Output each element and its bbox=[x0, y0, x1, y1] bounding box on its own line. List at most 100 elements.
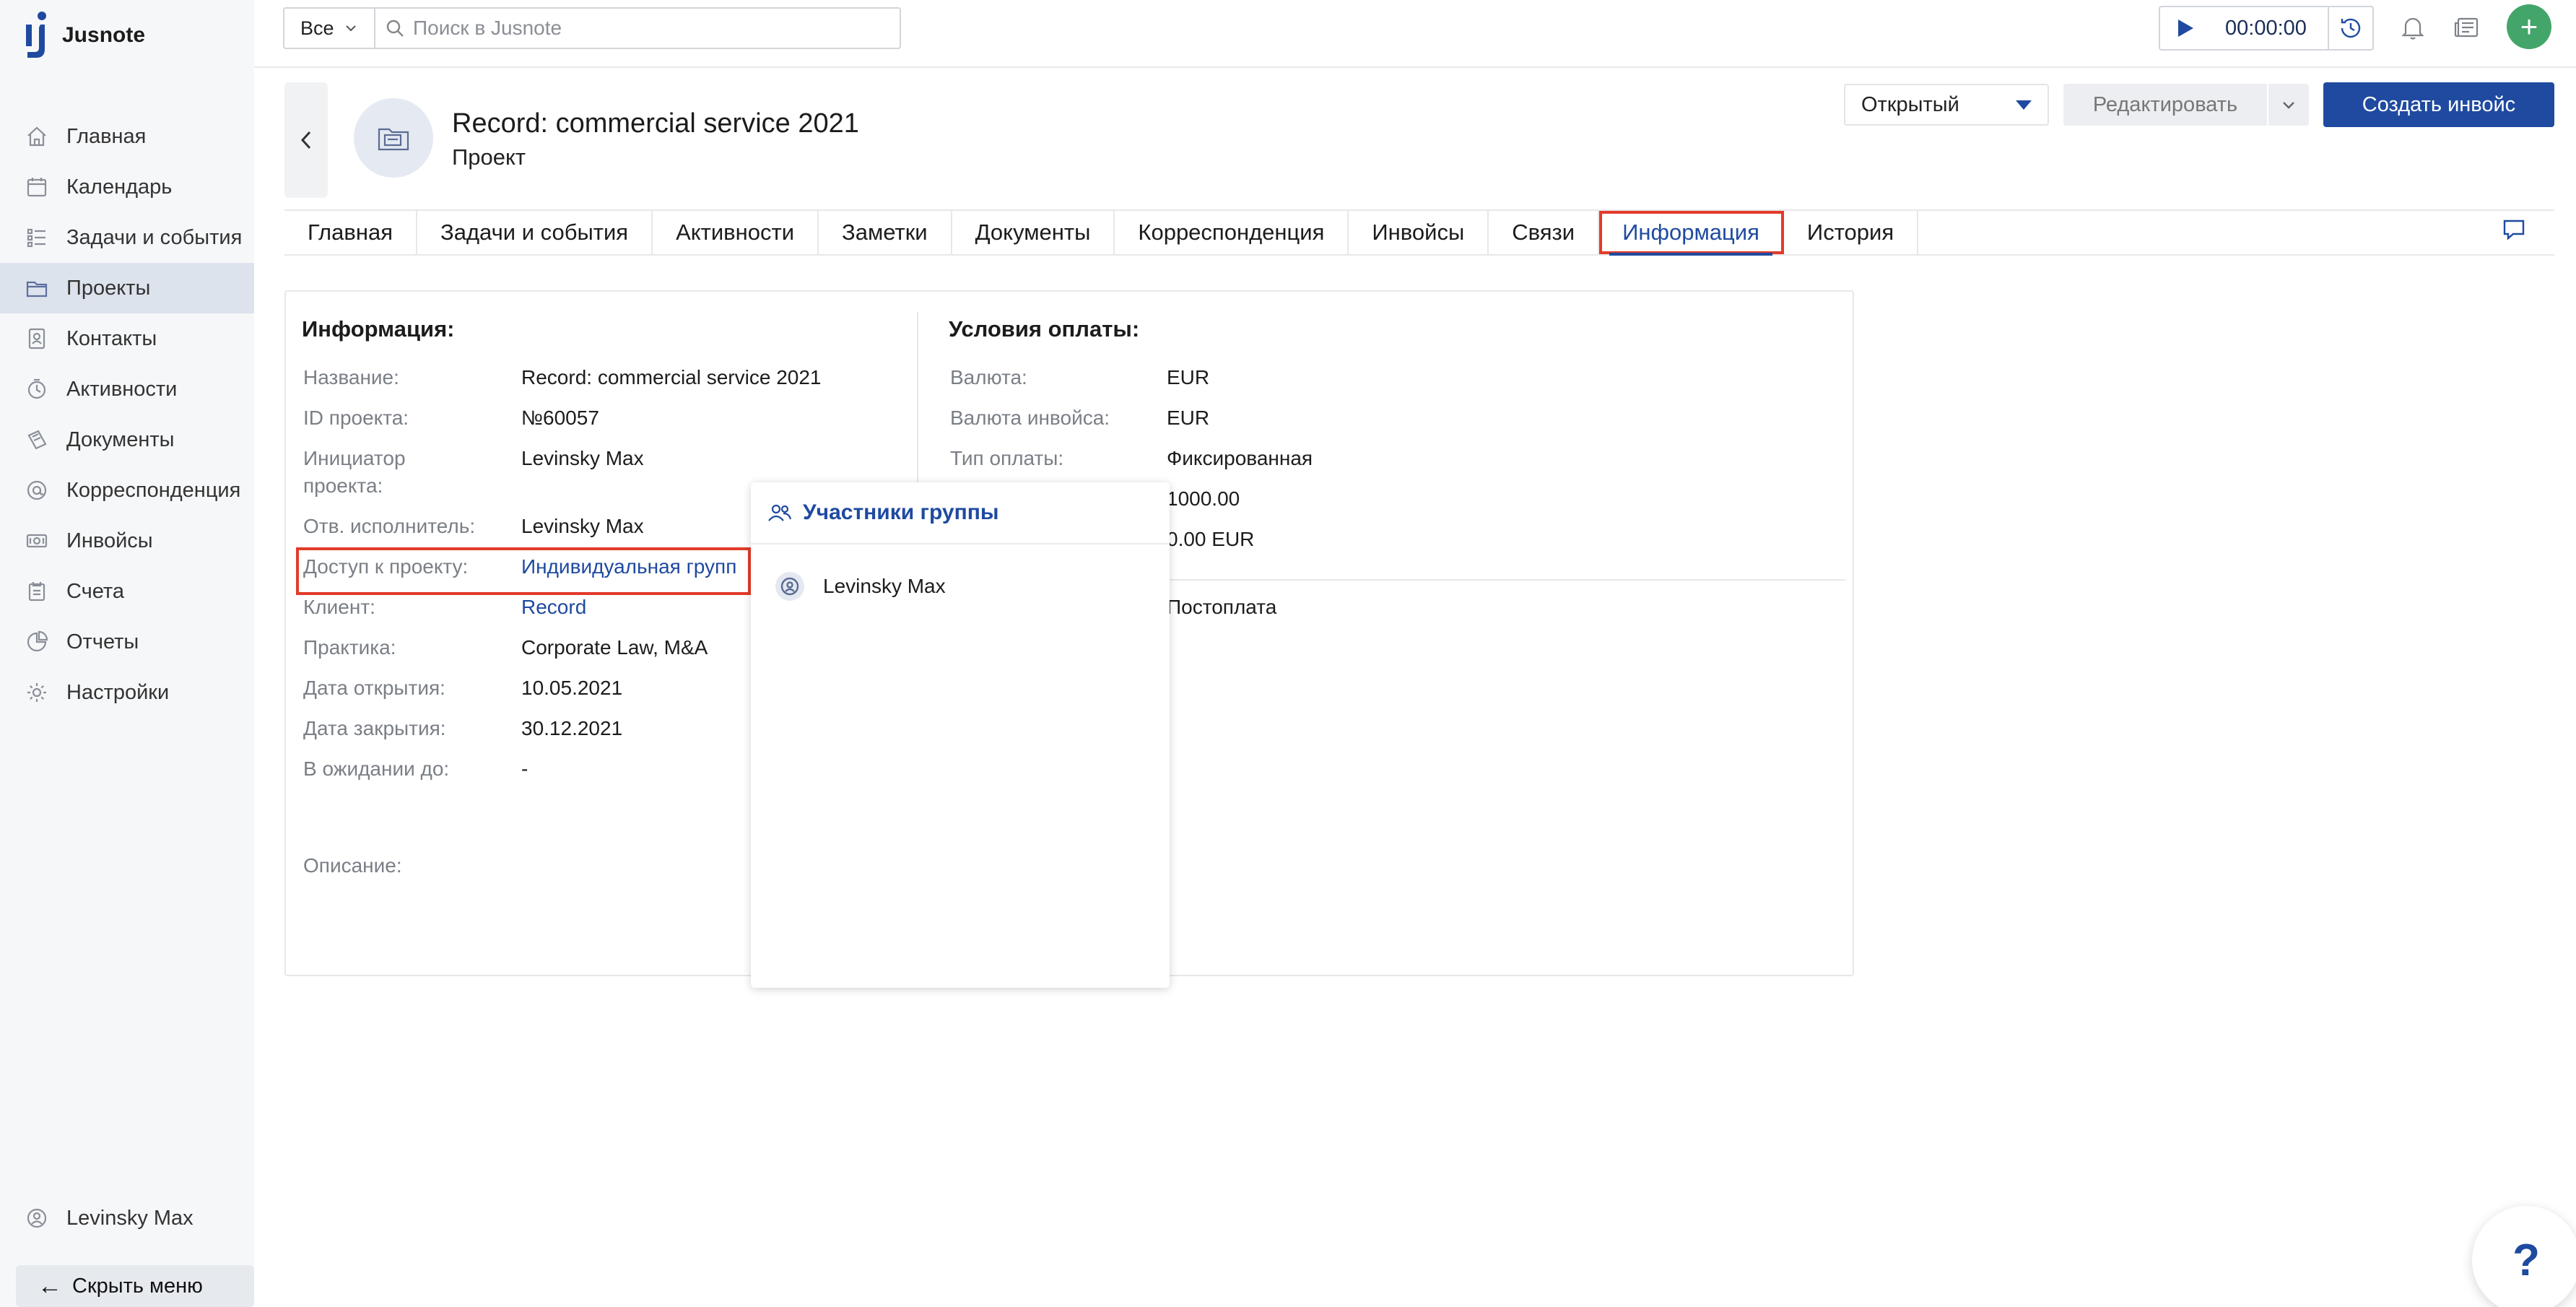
comments-button[interactable] bbox=[2501, 217, 2530, 246]
project-title: Record: commercial service 2021 bbox=[452, 108, 859, 139]
sidebar-item-label: Инвойсы bbox=[66, 529, 153, 552]
payment-section-title: Условия оплаты: bbox=[949, 316, 1140, 342]
field-label-open-date: Дата открытия: bbox=[303, 677, 445, 699]
sidebar-item-home[interactable]: Главная bbox=[0, 111, 254, 162]
sidebar-item-projects[interactable]: Проекты bbox=[0, 263, 254, 313]
folder-icon bbox=[25, 276, 49, 300]
field-label-payment-type: Тип оплаты: bbox=[950, 447, 1064, 469]
sidebar-item-bills[interactable]: Счета bbox=[0, 566, 254, 617]
group-member[interactable]: Levinsky Max bbox=[751, 544, 1170, 601]
tab-main[interactable]: Главная bbox=[284, 211, 417, 254]
sidebar-item-label: Задачи и события bbox=[66, 225, 243, 249]
tab-invoices[interactable]: Инвойсы bbox=[1349, 211, 1489, 254]
help-button[interactable]: ? bbox=[2472, 1206, 2576, 1307]
field-value-open-date: 10.05.2021 bbox=[521, 677, 623, 699]
field-label-access: Доступ к проекту: bbox=[303, 555, 469, 578]
sidebar-item-correspondence[interactable]: Корреспонденция bbox=[0, 465, 254, 516]
tab-tasks[interactable]: Задачи и события bbox=[417, 211, 653, 254]
project-subtitle: Проект bbox=[452, 144, 526, 170]
timer-play-button[interactable] bbox=[2160, 7, 2211, 49]
search-icon bbox=[386, 19, 404, 37]
play-icon bbox=[2178, 19, 2193, 37]
search-box bbox=[374, 7, 901, 49]
group-member-name: Levinsky Max bbox=[823, 575, 946, 597]
sidebar-item-reports[interactable]: Отчеты bbox=[0, 617, 254, 667]
sidebar-item-label: Главная bbox=[66, 124, 147, 148]
contacts-icon bbox=[25, 326, 49, 351]
field-value-rate: 0.00 EUR bbox=[1167, 528, 1255, 550]
tab-notes[interactable]: Заметки bbox=[819, 211, 952, 254]
invoice-icon bbox=[25, 529, 49, 553]
add-button[interactable]: + bbox=[2507, 4, 2551, 49]
search-input[interactable] bbox=[413, 17, 875, 40]
activity-icon bbox=[25, 377, 49, 401]
field-value-initiator: Levinsky Max bbox=[521, 447, 644, 469]
sidebar-item-activities[interactable]: Активности bbox=[0, 364, 254, 414]
sidebar-item-contacts[interactable]: Контакты bbox=[0, 313, 254, 364]
sidebar-item-tasks[interactable]: Задачи и события bbox=[0, 212, 254, 263]
clock-history-icon bbox=[2341, 18, 2361, 38]
field-label-project-id: ID проекта: bbox=[303, 407, 409, 429]
field-label-invoice-currency: Валюта инвойса: bbox=[950, 407, 1110, 429]
sidebar-item-label: Отчеты bbox=[66, 630, 139, 654]
project-status-value: Открытый bbox=[1861, 92, 1959, 116]
newspaper-icon bbox=[2454, 17, 2479, 38]
field-value-access-link[interactable]: Индивидуальная групп bbox=[521, 553, 736, 581]
chevron-down-icon bbox=[2283, 102, 2294, 109]
field-label-pending-until: В ожидании до: bbox=[303, 757, 450, 780]
payment-divider bbox=[1138, 579, 1845, 581]
sidebar-item-settings[interactable]: Настройки bbox=[0, 667, 254, 718]
jusnote-logo-icon bbox=[26, 12, 46, 58]
caret-down-icon bbox=[2016, 100, 2032, 110]
bills-icon bbox=[25, 579, 49, 604]
chevron-left-icon bbox=[300, 131, 311, 149]
field-label-description: Описание: bbox=[303, 854, 402, 877]
search-scope-select[interactable]: Все bbox=[283, 7, 375, 49]
create-invoice-button[interactable]: Создать инвойс bbox=[2323, 82, 2554, 127]
field-value-close-date: 30.12.2021 bbox=[521, 717, 623, 739]
sidebar-user[interactable]: Levinsky Max bbox=[25, 1206, 193, 1230]
home-icon bbox=[25, 124, 49, 149]
field-value-pending-until: - bbox=[521, 757, 528, 780]
sidebar-user-name: Levinsky Max bbox=[66, 1206, 193, 1230]
tab-activities[interactable]: Активности bbox=[653, 211, 819, 254]
timer-value: 00:00:00 bbox=[2225, 16, 2307, 40]
sidebar-item-label: Проекты bbox=[66, 276, 151, 300]
field-label-initiator: Инициатор проекта: bbox=[303, 447, 406, 497]
tab-links[interactable]: Связи bbox=[1489, 211, 1600, 254]
tasks-icon bbox=[25, 225, 49, 250]
tab-history[interactable]: История bbox=[1784, 211, 1919, 254]
edit-button[interactable]: Редактировать bbox=[2063, 84, 2267, 126]
sidebar: Jusnote Главная Календарь Задачи и событ… bbox=[0, 0, 254, 1307]
notifications-button[interactable] bbox=[2396, 10, 2430, 45]
hide-menu-label: Скрыть меню bbox=[72, 1274, 203, 1298]
field-label-responsible: Отв. исполнитель: bbox=[303, 515, 476, 537]
field-value-amount: 1000.00 bbox=[1167, 487, 1240, 510]
sidebar-item-label: Настройки bbox=[66, 680, 170, 704]
sidebar-item-calendar[interactable]: Календарь bbox=[0, 162, 254, 212]
documents-icon bbox=[25, 427, 49, 452]
reports-icon bbox=[25, 630, 49, 654]
brand[interactable]: Jusnote bbox=[23, 10, 145, 61]
time-history-button[interactable] bbox=[2328, 7, 2372, 49]
arrow-left-icon: ← bbox=[38, 1272, 62, 1300]
back-button[interactable] bbox=[284, 82, 328, 198]
information-section-title: Информация: bbox=[302, 316, 455, 342]
group-icon bbox=[768, 504, 792, 521]
field-label-client: Клиент: bbox=[303, 596, 375, 618]
sidebar-item-label: Активности bbox=[66, 377, 178, 401]
comment-icon bbox=[2503, 220, 2525, 240]
edit-menu-toggle[interactable] bbox=[2268, 84, 2309, 126]
tab-information[interactable]: Информация bbox=[1599, 211, 1784, 256]
news-button[interactable] bbox=[2449, 10, 2484, 45]
tab-correspondence[interactable]: Корреспонденция bbox=[1115, 211, 1349, 254]
project-status-select[interactable]: Открытый bbox=[1844, 84, 2049, 126]
field-value-client-link[interactable]: Record bbox=[521, 594, 586, 621]
sidebar-item-invoices[interactable]: Инвойсы bbox=[0, 516, 254, 566]
hide-menu-button[interactable]: ← Скрыть меню bbox=[16, 1265, 254, 1307]
chevron-down-icon bbox=[345, 25, 356, 32]
tab-documents[interactable]: Документы bbox=[952, 211, 1115, 254]
search-scope-value: Все bbox=[300, 17, 334, 39]
sidebar-item-documents[interactable]: Документы bbox=[0, 414, 254, 465]
popup-header: Участники группы bbox=[751, 482, 1170, 544]
